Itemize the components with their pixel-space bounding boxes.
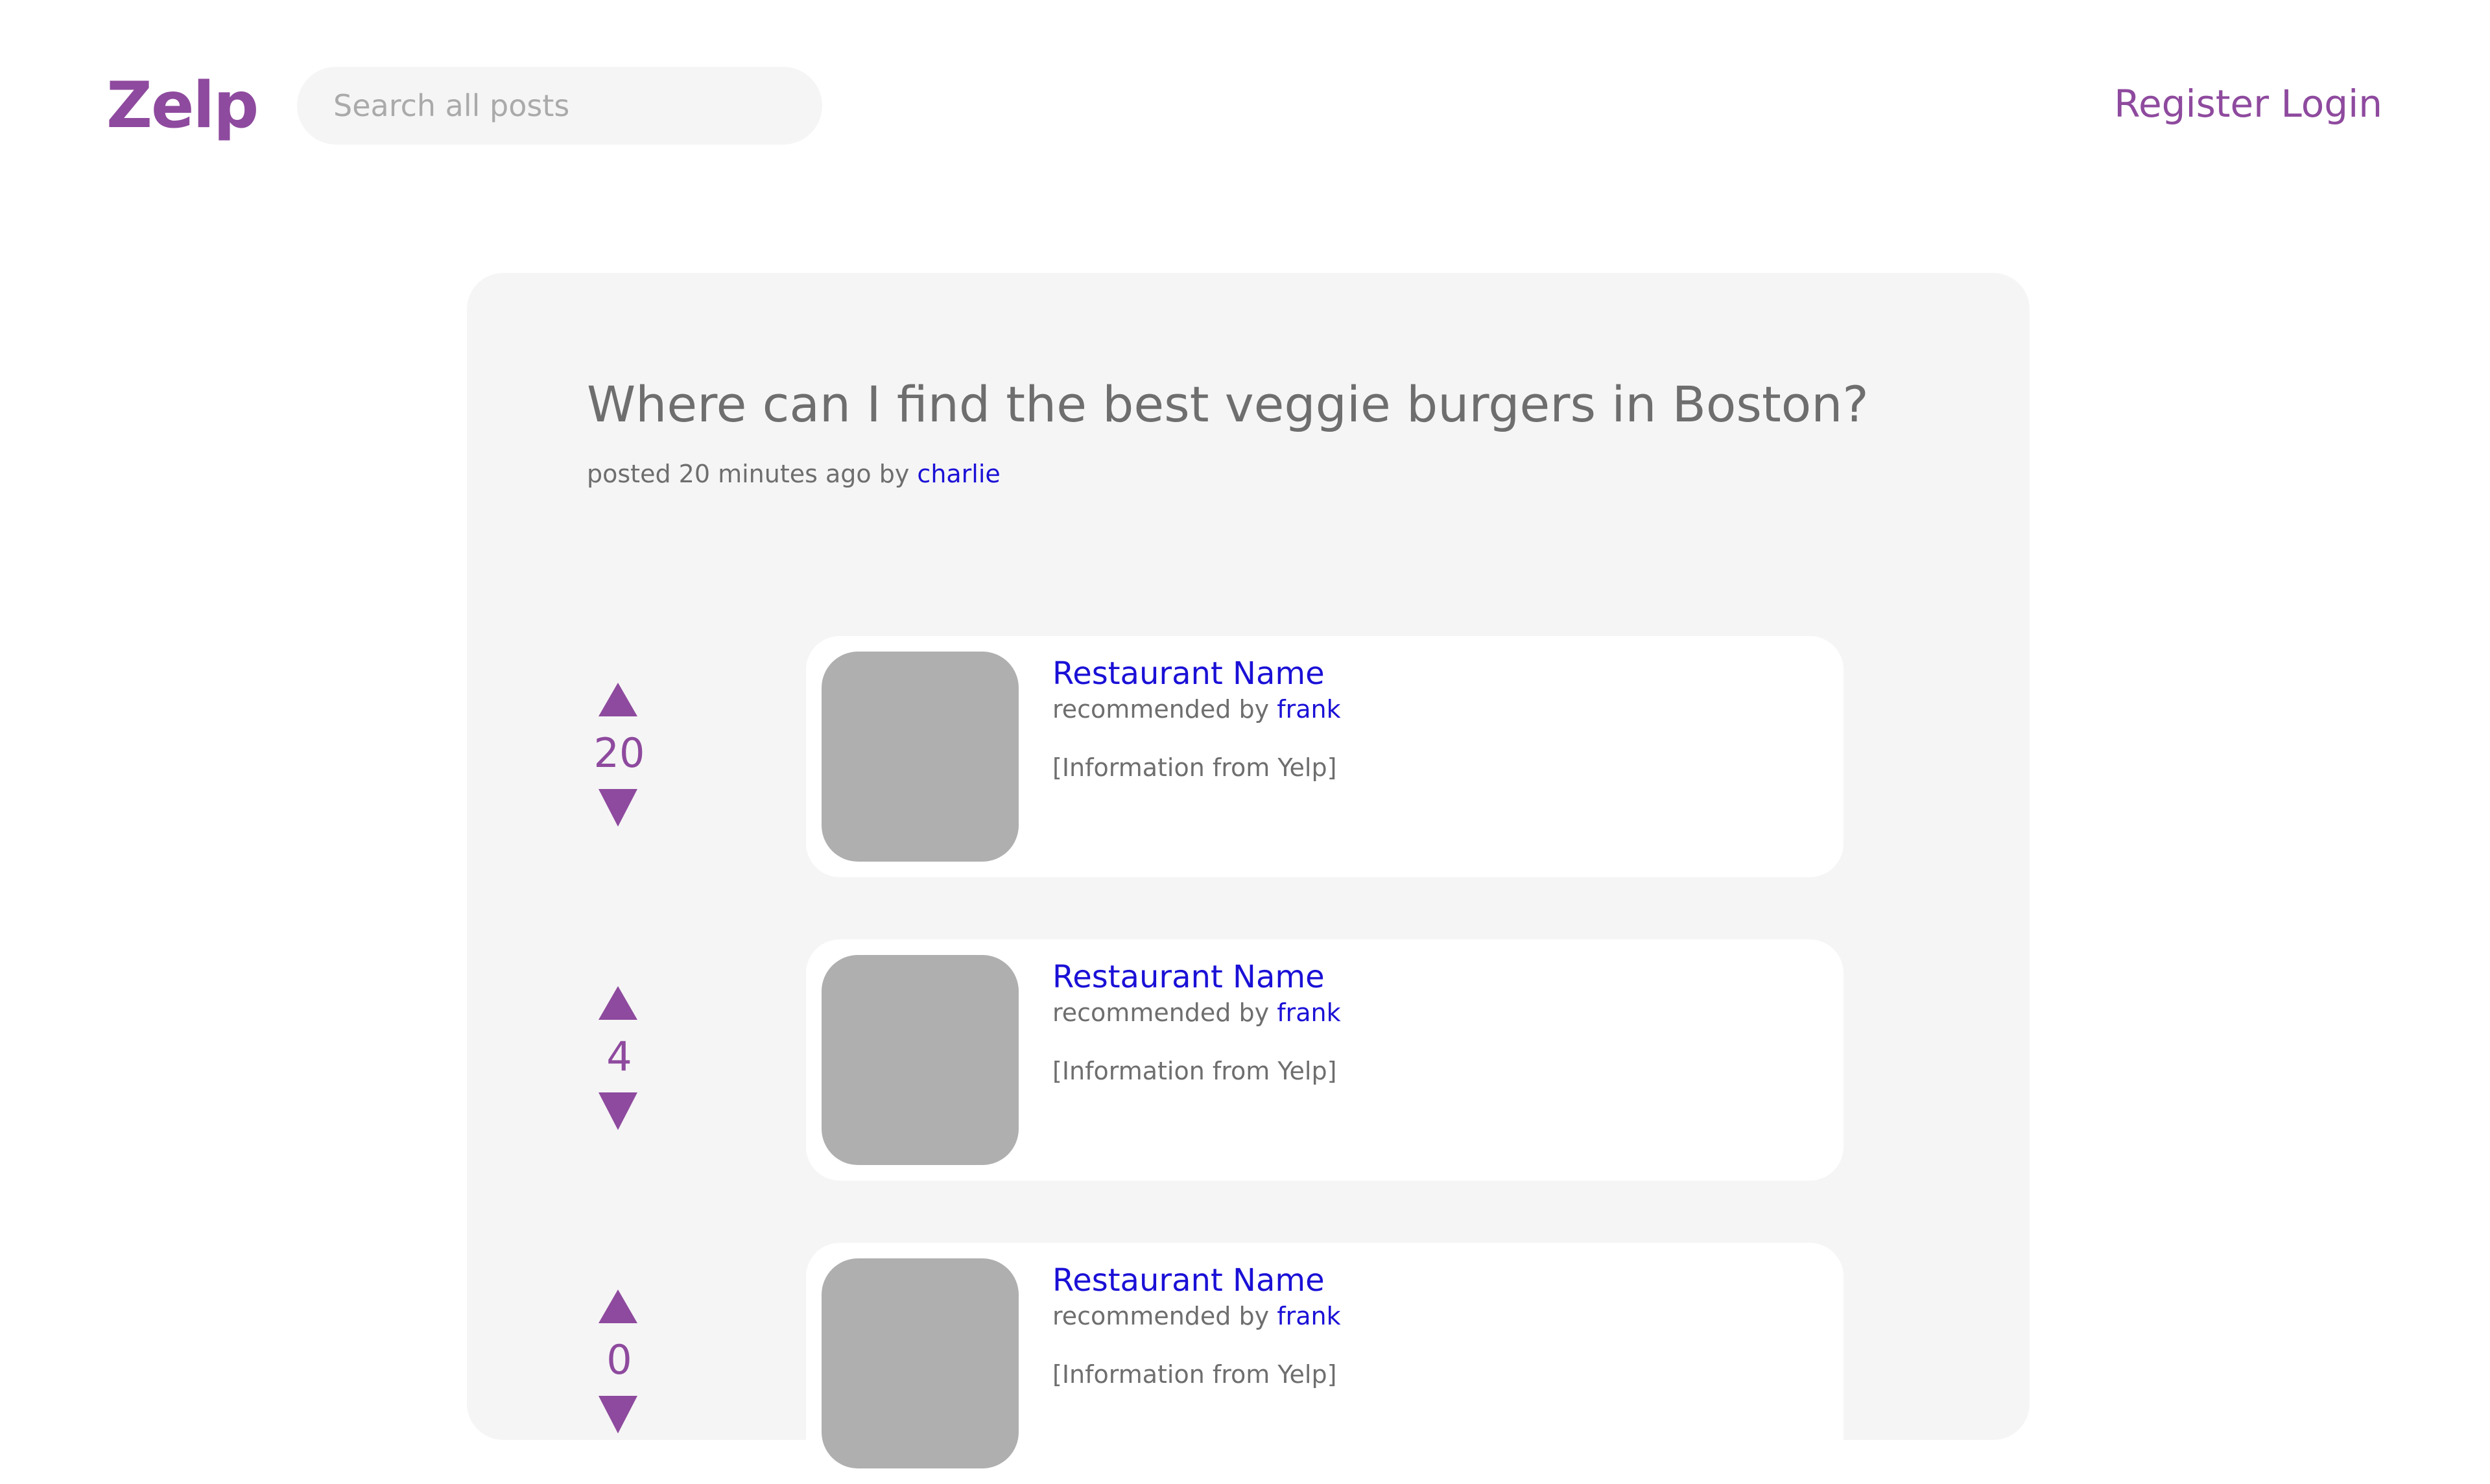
recommended-by-prefix: recommended by: [1052, 998, 1270, 1027]
register-link[interactable]: Register: [2114, 82, 2269, 126]
vote-control: 20: [587, 636, 652, 877]
recommendation-item: 0 Restaurant Name recommended by frank […: [587, 1243, 1844, 1484]
recommendation-card: Restaurant Name recommended by frank [In…: [806, 636, 1844, 877]
recommendation-item: 20 Restaurant Name recommended by frank …: [587, 636, 1844, 877]
logo[interactable]: Zelp: [106, 64, 259, 148]
site-header: Zelp Register Login: [0, 0, 2490, 194]
search-input[interactable]: [297, 67, 822, 145]
post-title: Where can I find the best veggie burgers…: [587, 375, 1869, 433]
recommended-by-prefix: recommended by: [1052, 695, 1270, 724]
recommended-by: recommended by frank: [1052, 1299, 1341, 1334]
post-meta-prefix: posted 20 minutes ago by: [587, 460, 910, 488]
upvote-arrow-icon[interactable]: [599, 683, 637, 716]
restaurant-thumbnail: [822, 652, 1019, 862]
vote-count: 4: [606, 1033, 632, 1080]
post-author-link[interactable]: charlie: [917, 460, 1000, 488]
upvote-arrow-icon[interactable]: [599, 1290, 637, 1323]
recommender-link[interactable]: frank: [1277, 1302, 1340, 1330]
downvote-arrow-icon[interactable]: [599, 789, 637, 827]
restaurant-info: [Information from Yelp]: [1052, 1057, 1337, 1085]
vote-control: 0: [587, 1243, 652, 1484]
auth-nav: Register Login: [2114, 77, 2382, 131]
restaurant-thumbnail: [822, 1258, 1019, 1468]
post-meta: posted 20 minutes ago by charlie: [587, 454, 1001, 493]
recommendation-card: Restaurant Name recommended by frank [In…: [806, 1243, 1844, 1484]
restaurant-name-link[interactable]: Restaurant Name: [1052, 955, 1325, 999]
vote-control: 4: [587, 939, 652, 1181]
login-link[interactable]: Login: [2281, 82, 2382, 126]
restaurant-name-link[interactable]: Restaurant Name: [1052, 652, 1325, 696]
restaurant-name-link[interactable]: Restaurant Name: [1052, 1258, 1325, 1302]
restaurant-info: [Information from Yelp]: [1052, 1360, 1337, 1389]
recommended-by: recommended by frank: [1052, 995, 1341, 1030]
restaurant-thumbnail: [822, 955, 1019, 1165]
upvote-arrow-icon[interactable]: [599, 986, 637, 1020]
recommender-link[interactable]: frank: [1277, 998, 1340, 1027]
recommended-by: recommended by frank: [1052, 692, 1341, 727]
restaurant-info: [Information from Yelp]: [1052, 753, 1337, 782]
downvote-arrow-icon[interactable]: [599, 1092, 637, 1130]
vote-count: 20: [593, 729, 645, 777]
recommendation-item: 4 Restaurant Name recommended by frank […: [587, 939, 1844, 1181]
recommender-link[interactable]: frank: [1277, 695, 1340, 724]
vote-count: 0: [606, 1336, 632, 1384]
recommended-by-prefix: recommended by: [1052, 1302, 1270, 1330]
downvote-arrow-icon[interactable]: [599, 1396, 637, 1433]
recommendation-card: Restaurant Name recommended by frank [In…: [806, 939, 1844, 1181]
post-card: Where can I find the best veggie burgers…: [467, 273, 2030, 1484]
